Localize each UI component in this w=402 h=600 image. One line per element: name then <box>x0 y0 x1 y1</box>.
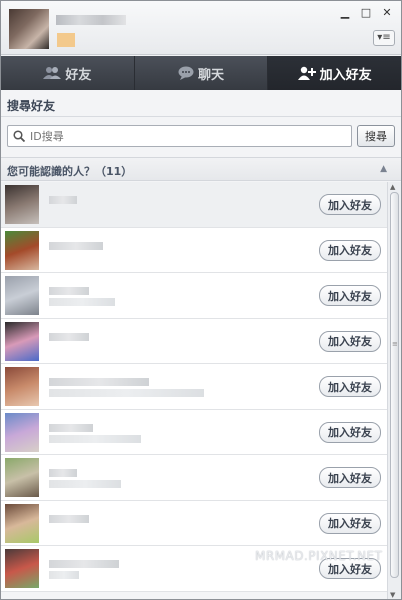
grip-icon: ≡ <box>392 340 398 348</box>
list-item[interactable]: 加入好友 <box>1 227 387 273</box>
add-friend-button[interactable]: 加入好友 <box>319 421 381 443</box>
close-icon[interactable]: ✕ <box>381 7 393 19</box>
app-window: ▁ □ ✕ ▾≡ 好友 聊天 加入好友 搜尋好友 ID搜尋 搜尋 您可能認識的人… <box>0 0 402 600</box>
tab-friends-label: 好友 <box>65 67 92 83</box>
add-friend-button[interactable]: 加入好友 <box>319 467 381 488</box>
list-item[interactable]: 加入好友 <box>1 500 387 546</box>
chat-bubble-icon <box>178 66 194 80</box>
scroll-down-icon[interactable]: ▼ <box>390 591 395 599</box>
suggestions-header[interactable]: 您可能認識的人？（11） ▲ <box>1 157 401 181</box>
detail-blurred <box>49 389 204 397</box>
search-input[interactable] <box>30 127 348 145</box>
suggestions-title: 您可能認識的人？（11） <box>7 165 133 178</box>
avatar[interactable] <box>5 321 39 361</box>
profile-avatar[interactable] <box>9 9 49 49</box>
scrollbar-thumb[interactable]: ≡ <box>390 192 399 578</box>
add-user-icon <box>297 66 316 80</box>
add-friend-button[interactable]: 加入好友 <box>319 376 381 397</box>
name-blurred <box>49 332 89 341</box>
search-button[interactable]: 搜尋 <box>357 125 395 147</box>
detail-blurred <box>49 571 79 579</box>
avatar[interactable] <box>5 458 39 497</box>
search-section-label: 搜尋好友 <box>7 99 56 113</box>
tab-add-friend-label: 加入好友 <box>319 67 372 83</box>
friends-icon <box>43 67 62 79</box>
minimize-icon[interactable]: ▁ <box>339 7 351 19</box>
add-friend-button[interactable]: 加入好友 <box>319 194 381 215</box>
tab-add-friend[interactable]: 加入好友 <box>268 56 401 90</box>
name-blurred <box>49 469 77 477</box>
detail-blurred <box>49 298 115 306</box>
avatar[interactable] <box>5 230 39 270</box>
detail-blurred <box>49 480 121 488</box>
avatar[interactable] <box>5 367 39 406</box>
list-item[interactable]: 加入好友 <box>1 273 387 319</box>
search-icon <box>13 130 25 142</box>
list-item[interactable]: 加入好友 <box>1 182 387 228</box>
tab-friends[interactable]: 好友 <box>1 56 135 90</box>
window-controls: ▁ □ ✕ <box>339 7 393 19</box>
add-friend-button[interactable]: 加入好友 <box>319 330 381 352</box>
avatar[interactable] <box>5 185 39 224</box>
watermark: MRMAD.PIXNET.NET <box>255 549 383 563</box>
avatar[interactable] <box>5 549 39 588</box>
vertical-scrollbar[interactable]: ▲ ≡ ▼ <box>387 182 401 599</box>
avatar[interactable] <box>5 503 39 543</box>
name-blurred <box>49 560 119 568</box>
avatar[interactable] <box>5 412 39 452</box>
list-item[interactable]: 加入好友 <box>1 318 387 364</box>
status-indicator[interactable] <box>57 33 75 47</box>
name-blurred <box>49 378 149 386</box>
name-blurred <box>49 514 89 523</box>
avatar[interactable] <box>5 276 39 315</box>
collapse-arrow-icon[interactable]: ▲ <box>380 164 387 174</box>
add-friend-button[interactable]: 加入好友 <box>319 239 381 261</box>
name-blurred <box>49 423 93 432</box>
name-blurred <box>49 241 103 250</box>
tab-chat[interactable]: 聊天 <box>134 56 269 90</box>
search-field[interactable] <box>7 125 352 147</box>
profile-header: ▁ □ ✕ ▾≡ <box>1 1 401 55</box>
add-friend-button[interactable]: 加入好友 <box>319 512 381 534</box>
name-blurred <box>49 196 77 204</box>
maximize-icon[interactable]: □ <box>360 7 372 19</box>
menu-dropdown-button[interactable]: ▾≡ <box>373 30 395 46</box>
divider <box>1 116 401 117</box>
list-item[interactable]: 加入好友 <box>1 364 387 410</box>
add-friend-button[interactable]: 加入好友 <box>319 285 381 306</box>
list-item[interactable]: 加入好友 <box>1 455 387 501</box>
suggestions-list: 加入好友 加入好友 加入好友 加入好友 加入好友 加入好友 加入好友 加入好友 加入好友 <box>1 182 387 599</box>
profile-name-blurred <box>56 15 126 25</box>
detail-blurred <box>49 434 141 443</box>
tab-chat-label: 聊天 <box>198 67 225 83</box>
list-item[interactable]: 加入好友 <box>1 409 387 455</box>
main-tabs: 好友 聊天 加入好友 <box>1 56 401 90</box>
name-blurred <box>49 287 89 295</box>
scroll-up-icon[interactable]: ▲ <box>390 183 395 191</box>
